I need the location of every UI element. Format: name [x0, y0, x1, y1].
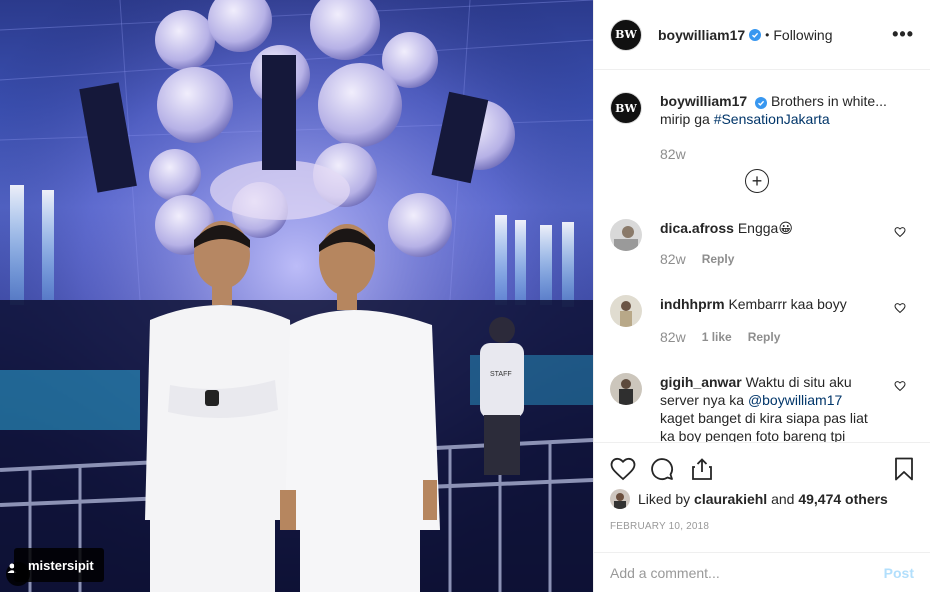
caption-meta: 82w: [660, 145, 887, 163]
comment-text: Engga: [737, 220, 779, 236]
comment-age[interactable]: 82w: [660, 328, 686, 346]
photo-user-tag[interactable]: mistersipit: [14, 548, 104, 582]
comment-item: dica.afross Engga😀 82w Reply: [610, 219, 914, 268]
heart-icon[interactable]: [610, 449, 650, 489]
comment-like-heart-icon[interactable]: [894, 301, 906, 317]
caption-text-line2: mirip ga: [660, 111, 714, 127]
post-photo[interactable]: STAFF mistersipit: [0, 0, 593, 592]
comment-body: gigih_anwar Waktu di situ aku server nya…: [660, 373, 880, 442]
verified-check-icon: [749, 28, 762, 41]
comment-likes[interactable]: 1 like: [702, 328, 732, 346]
share-icon[interactable]: [690, 449, 730, 489]
comment-like-heart-icon[interactable]: [894, 225, 906, 241]
liked-by-prefix: Liked by: [638, 491, 691, 507]
comments-list[interactable]: BW boywilliam17 Brothers in white... mir…: [594, 71, 930, 442]
comment-text-continued: kaget banget di kira siapa pas liat ka b…: [660, 410, 868, 442]
post-actions: Liked by claurakiehl and 49,474 others F…: [594, 442, 930, 532]
caption-avatar[interactable]: BW: [610, 92, 642, 124]
plus-circle-icon[interactable]: +: [745, 169, 769, 193]
comment-meta: 82w 1 like Reply: [660, 328, 880, 346]
add-comment-bar: Post: [594, 552, 930, 592]
comment-mention[interactable]: @boywilliam17: [748, 392, 842, 408]
caption: BW boywilliam17 Brothers in white... mir…: [610, 92, 914, 163]
comment-body: dica.afross Engga😀 82w Reply: [660, 219, 880, 268]
commenter-avatar[interactable]: [610, 295, 642, 327]
comment-item: gigih_anwar Waktu di situ aku server nya…: [610, 373, 914, 442]
svg-text:STAFF: STAFF: [490, 371, 512, 378]
grin-emoji-icon: 😀: [778, 220, 793, 236]
load-more-comments: +: [600, 169, 914, 193]
comment-input[interactable]: [610, 564, 884, 581]
commenter-avatar[interactable]: [610, 373, 642, 405]
comment-username[interactable]: dica.afross: [660, 220, 734, 236]
caption-text: Brothers in white...: [770, 93, 887, 109]
following-button[interactable]: Following: [773, 27, 832, 43]
comment-age[interactable]: 82w: [660, 250, 686, 268]
post-comment-button[interactable]: Post: [884, 565, 914, 581]
liked-by-mid: and: [771, 491, 795, 507]
more-options-icon[interactable]: •••: [892, 24, 914, 45]
liked-by-user[interactable]: claurakiehl: [694, 491, 767, 507]
caption-username[interactable]: boywilliam17: [660, 93, 747, 109]
verified-check-icon: [755, 97, 768, 109]
comment-item: indhhprm Kembarrr kaa boyy 82w 1 like Re…: [610, 295, 914, 346]
liker-avatar[interactable]: [610, 489, 630, 509]
comment-text: Kembarrr kaa boyy: [728, 296, 847, 312]
post-header: BW boywilliam17 • Following •••: [594, 0, 930, 70]
author-avatar[interactable]: BW: [610, 18, 642, 51]
separator-dot: •: [765, 27, 770, 42]
caption-hashtag[interactable]: #SensationJakarta: [714, 111, 830, 127]
reply-button[interactable]: Reply: [702, 250, 735, 268]
post-side-panel: BW boywilliam17 • Following ••• BW boywi…: [593, 0, 930, 592]
reply-button[interactable]: Reply: [748, 328, 781, 346]
commenter-avatar[interactable]: [610, 219, 642, 251]
bookmark-icon[interactable]: [874, 449, 914, 489]
comment-like-heart-icon[interactable]: [894, 379, 906, 395]
comment-username[interactable]: indhhprm: [660, 296, 725, 312]
likes-count[interactable]: 49,474 others: [798, 491, 888, 507]
post-date[interactable]: FEBRUARY 10, 2018: [610, 521, 914, 532]
comment-items: dica.afross Engga😀 82w Reply indhhprm Ke…: [610, 219, 914, 442]
author-username[interactable]: boywilliam17: [658, 27, 745, 43]
likes-summary: Liked by claurakiehl and 49,474 others: [610, 489, 914, 509]
caption-body: boywilliam17 Brothers in white... mirip …: [660, 92, 887, 163]
comment-meta: 82w Reply: [660, 250, 880, 268]
comment-body: indhhprm Kembarrr kaa boyy 82w 1 like Re…: [660, 295, 880, 346]
comment-username[interactable]: gigih_anwar: [660, 374, 742, 390]
action-icons: [610, 443, 914, 495]
caption-age[interactable]: 82w: [660, 145, 686, 163]
photo-illustration: STAFF: [0, 0, 593, 592]
comment-icon[interactable]: [650, 449, 690, 489]
